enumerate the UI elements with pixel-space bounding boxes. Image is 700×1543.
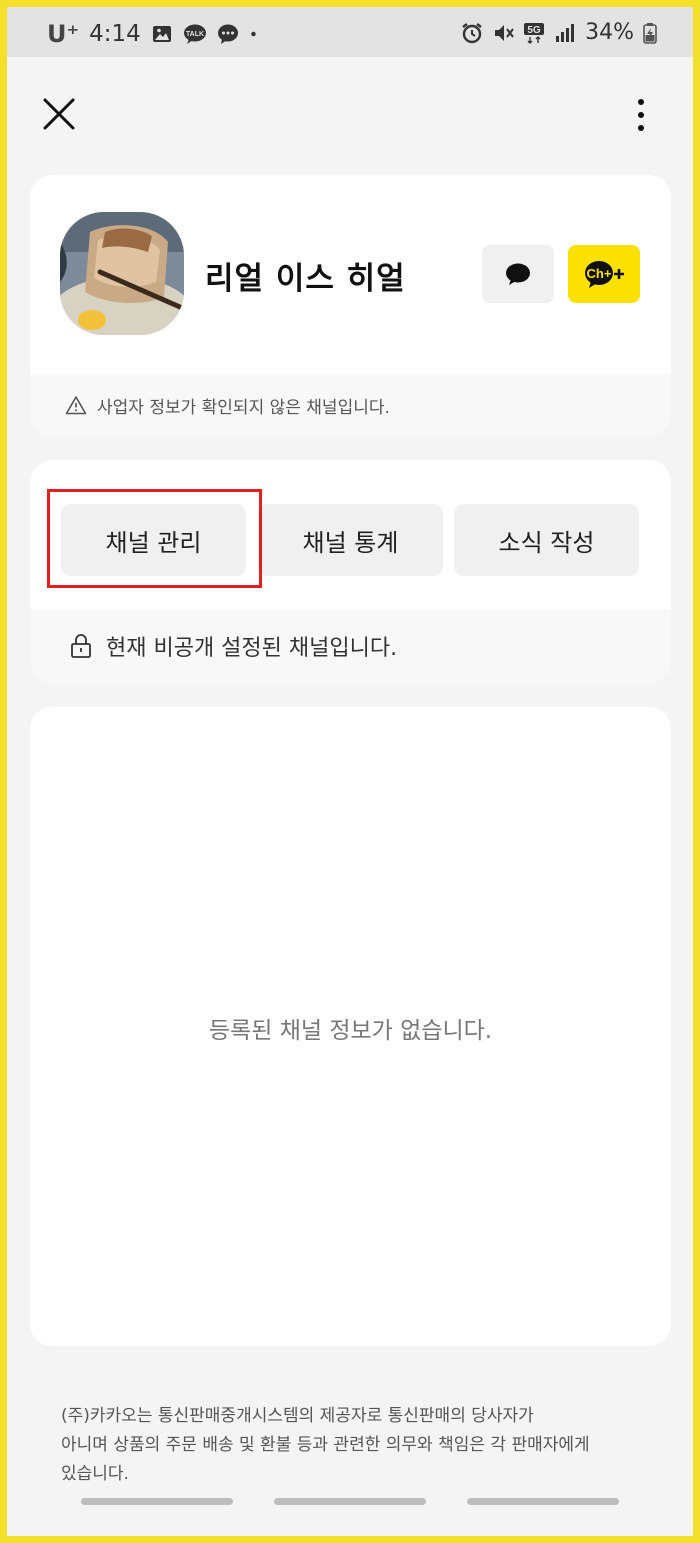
business-warning-bar: 사업자 정보가 확인되지 않은 채널입니다. (30, 374, 671, 436)
legal-footer: (주)카카오는 통신판매중개시스템의 제공자로 통신판매의 당사자가 아니며 상… (61, 1402, 651, 1489)
message-icon (217, 24, 238, 44)
channel-avatar[interactable] (60, 212, 184, 335)
more-vertical-icon[interactable] (623, 93, 659, 137)
channel-name: 리얼 이스 히얼 (205, 261, 406, 297)
mute-icon (495, 24, 514, 41)
status-bar: U⁺ 4:14 TALK 5G 34% (7, 7, 693, 57)
business-warning-text: 사업자 정보가 확인되지 않은 채널입니다. (97, 397, 390, 418)
nav-pill-center (274, 1498, 426, 1505)
channel-add-button[interactable]: Ch+ (568, 245, 640, 303)
lock-icon (71, 634, 91, 658)
channel-profile-card: 리얼 이스 히얼 Ch+ 사업자 정보가 확인되지 않은 채널입니다. (30, 175, 671, 436)
channel-info-card: 등록된 채널 정보가 없습니다. (30, 707, 671, 1346)
alarm-icon (462, 22, 482, 43)
network-5g-icon: 5G (524, 22, 545, 44)
footer-line: 아니며 상품의 주문 배송 및 환불 등과 관련한 의무와 책임은 각 판매자에… (61, 1435, 590, 1455)
channel-stats-button[interactable]: 채널 통계 (258, 504, 443, 576)
status-time: 4:14 (89, 21, 141, 47)
footer-line: 있습니다. (61, 1464, 129, 1484)
private-notice-text: 현재 비공개 설정된 채널입니다. (106, 636, 398, 661)
gallery-icon (152, 26, 171, 42)
empty-message: 등록된 채널 정보가 없습니다. (208, 1018, 493, 1044)
write-post-button[interactable]: 소식 작성 (454, 504, 639, 576)
manage-channel-button[interactable]: 채널 관리 (61, 504, 246, 576)
footer-line: (주)카카오는 통신판매중개시스템의 제공자로 통신판매의 당사자가 (61, 1406, 534, 1426)
notification-dot-icon (251, 31, 256, 37)
channel-actions-card: 채널 관리 채널 통계 소식 작성 현재 비공개 설정된 채널입니다. (30, 460, 671, 683)
battery-percent: 34% (585, 20, 634, 45)
svg-text:5G: 5G (527, 25, 541, 36)
nav-pill-left (81, 1498, 233, 1505)
carrier-label: U⁺ (47, 20, 80, 48)
nav-pill-right (467, 1498, 619, 1505)
app-screen: U⁺ 4:14 TALK 5G 34% 리얼 이스 히얼 Ch+ 사업자 정보가… (7, 7, 693, 1536)
chplus-label: Ch+ (587, 266, 612, 281)
channel-plus-icon: Ch+ (585, 261, 624, 288)
svg-text:TALK: TALK (186, 31, 204, 38)
chat-button[interactable] (482, 245, 554, 303)
kakaotalk-notification-icon: TALK (183, 24, 206, 44)
warning-icon (65, 396, 87, 415)
battery-charging-icon (643, 22, 657, 44)
private-notice-bar: 현재 비공개 설정된 채널입니다. (30, 609, 671, 683)
close-icon[interactable] (37, 92, 81, 136)
signal-icon (556, 23, 575, 42)
chat-bubble-icon (506, 263, 530, 285)
